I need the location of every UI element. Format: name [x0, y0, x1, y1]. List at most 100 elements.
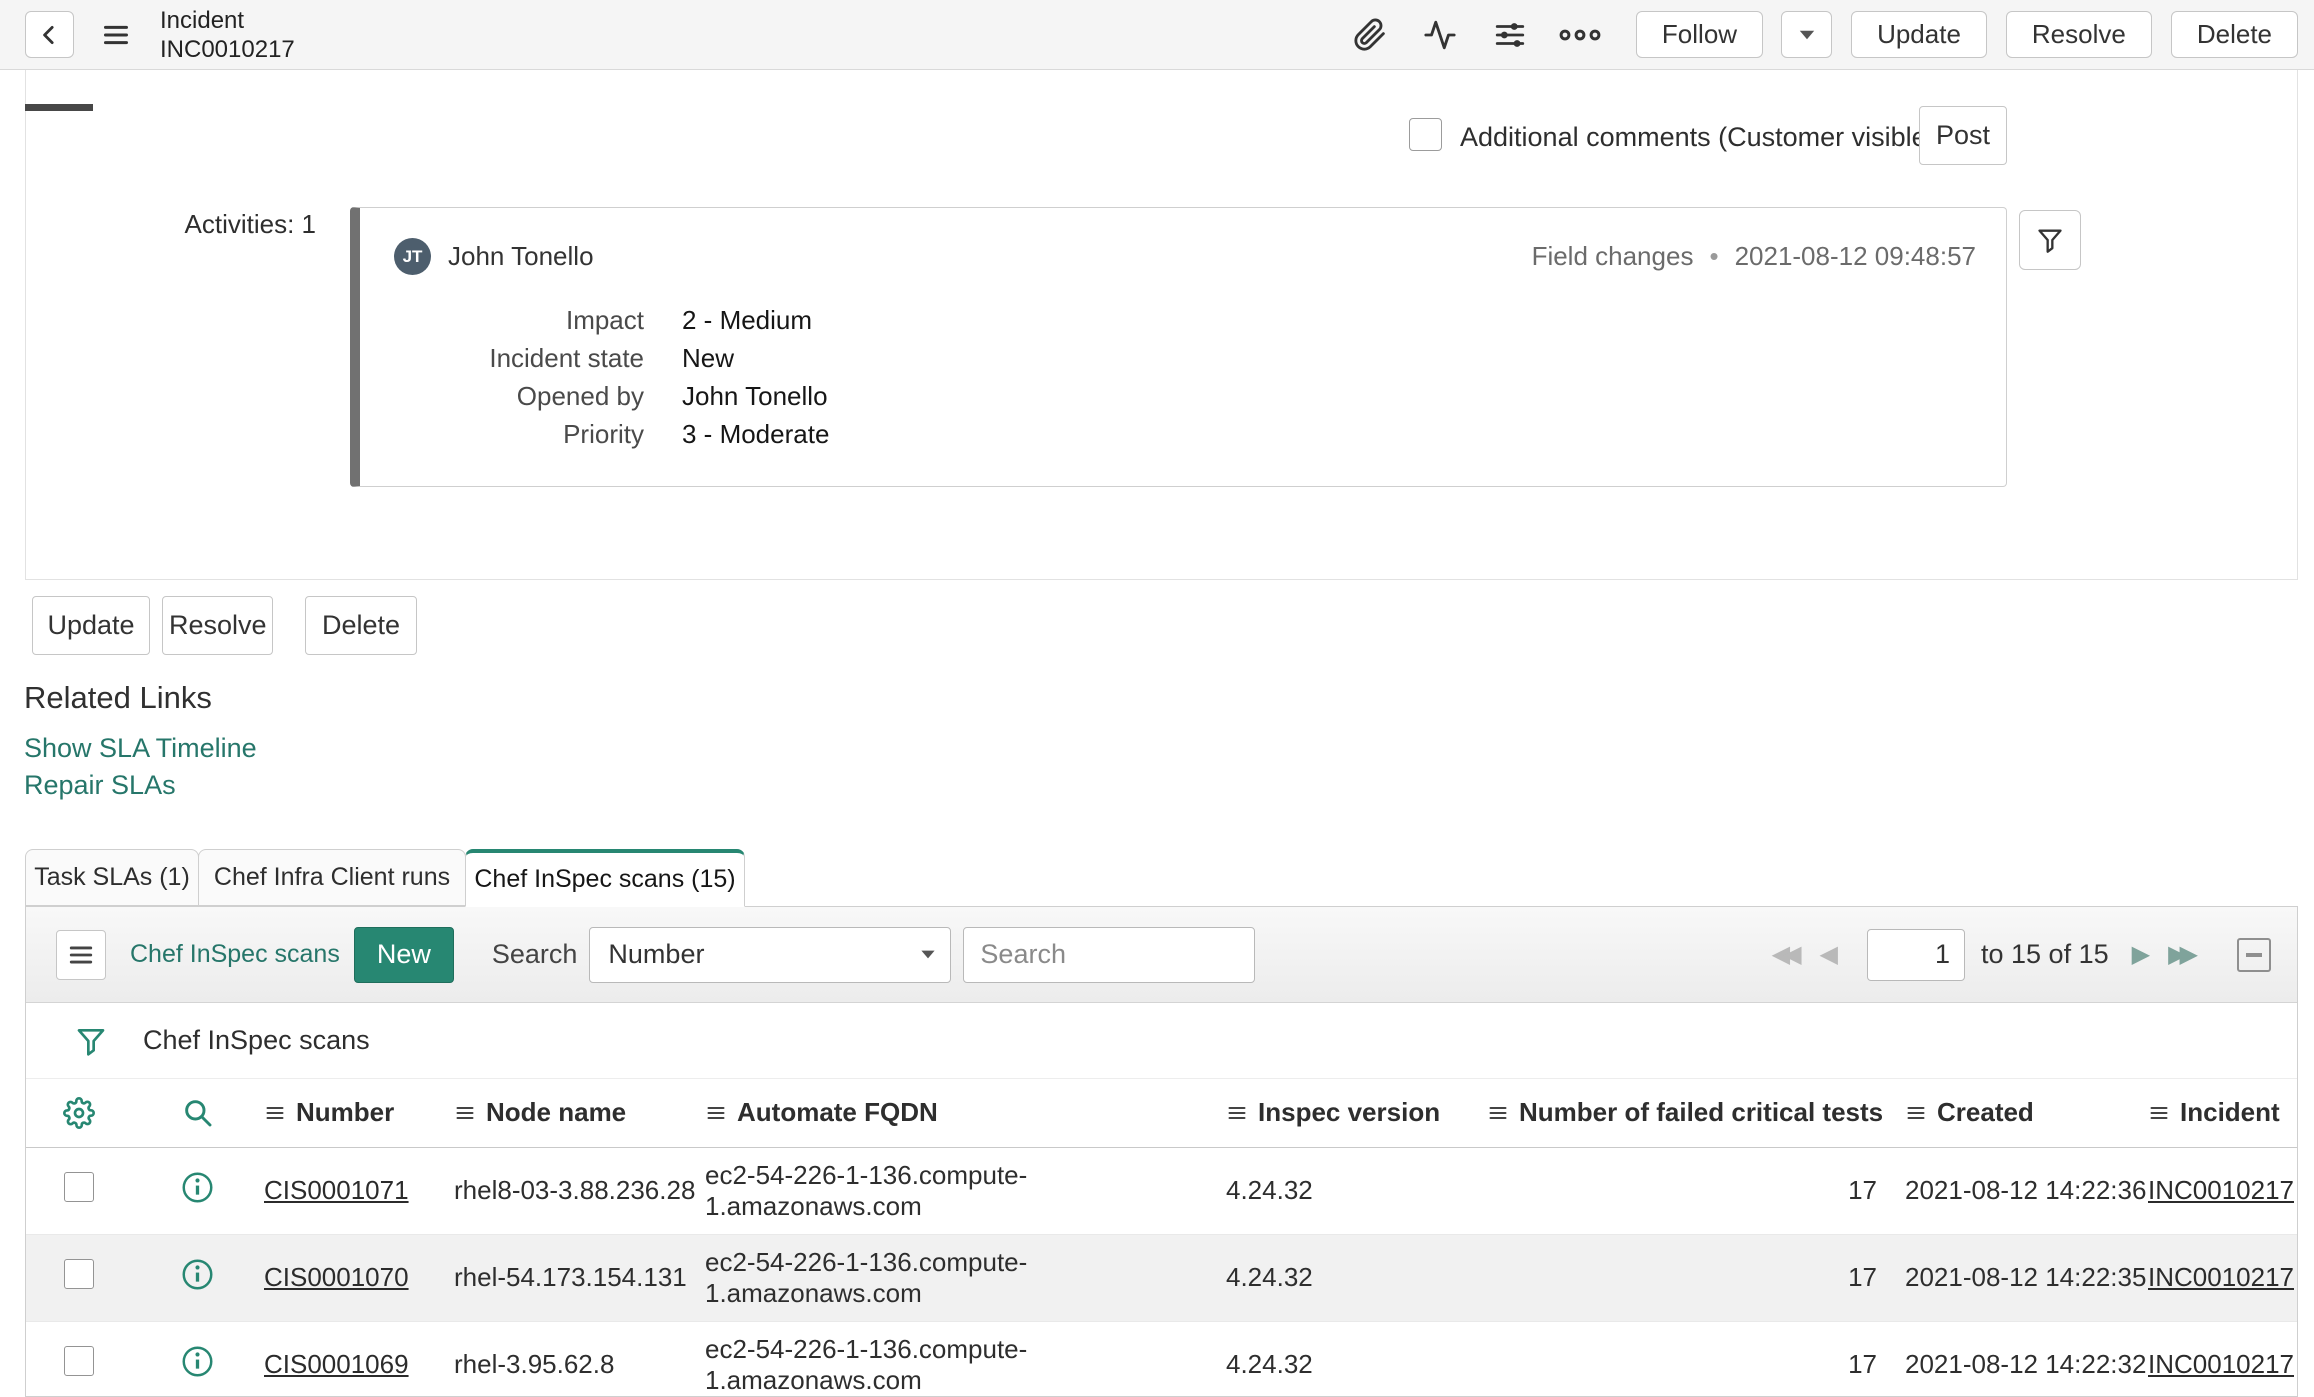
list-toolbar: Chef InSpec scans New Search Number ◀◀ ◀… [26, 907, 2297, 1003]
activity-filter-button[interactable] [2019, 210, 2081, 270]
field-change-row: Incident state New [394, 339, 1976, 377]
row-checkbox[interactable] [63, 1346, 94, 1377]
field-change-row: Opened by John Tonello [394, 377, 1976, 415]
node-name-cell: rhel-54.173.154.131 [454, 1234, 705, 1321]
activity-stream-button[interactable] [1418, 13, 1462, 57]
context-menu-button[interactable] [100, 21, 132, 49]
list-context-menu-button[interactable] [56, 929, 106, 980]
incident-link[interactable]: INC0010217 [2148, 1175, 2294, 1205]
column-label: Number of failed critical tests [1519, 1097, 1884, 1128]
column-header-automate-fqdn[interactable]: Automate FQDN [705, 1079, 1226, 1148]
list-search-input[interactable] [963, 926, 1256, 983]
list-table: Number Node name Automate FQDN Inspec ve… [26, 1079, 2297, 1396]
field-value: 3 - Moderate [682, 418, 830, 449]
delete-button-header[interactable]: Delete [2170, 11, 2298, 58]
search-field-select[interactable]: Number [589, 926, 952, 983]
resolve-button-header[interactable]: Resolve [2005, 11, 2152, 58]
breadcrumb[interactable]: Chef InSpec scans [143, 1025, 370, 1056]
back-button[interactable] [25, 11, 74, 58]
automate-fqdn-cell: ec2-54-226-1-136.compute-1.amazonaws.com [705, 1147, 1226, 1234]
record-type-label: Incident [160, 6, 245, 34]
avatar: JT [394, 238, 431, 275]
tab-chef-infra-client-runs[interactable]: Chef Infra Client runs [198, 849, 466, 906]
list-column-icon [1487, 1103, 1509, 1123]
tab-task-slas[interactable]: Task SLAs (1) [25, 849, 199, 906]
field-label: Impact [565, 304, 644, 335]
activity-stream-scroll-handle [25, 104, 93, 111]
column-label: Number [296, 1097, 395, 1128]
field-label: Priority [563, 418, 644, 449]
more-options-button[interactable] [1558, 13, 1602, 57]
record-preview-button[interactable] [181, 1345, 214, 1378]
record-number-label: INC0010217 [160, 35, 295, 63]
chevron-down-icon [920, 949, 936, 960]
record-preview-button[interactable] [181, 1258, 214, 1291]
column-header-node-name[interactable]: Node name [454, 1079, 705, 1148]
incident-link[interactable]: INC0010217 [2148, 1349, 2294, 1379]
scan-number-link[interactable]: CIS0001071 [264, 1175, 409, 1205]
row-checkbox[interactable] [63, 1172, 94, 1202]
page-number-input[interactable] [1867, 928, 1965, 981]
activity-field-changes: Impact 2 - Medium Incident state New Ope… [394, 301, 1976, 453]
personalize-form-button[interactable] [1488, 13, 1532, 57]
field-value: John Tonello [682, 380, 828, 411]
search-row-header[interactable] [131, 1079, 264, 1148]
table-row: CIS0001071 rhel8-03-3.88.236.28 ec2-54-2… [26, 1147, 2297, 1234]
created-cell: 2021-08-12 14:22:36 [1905, 1147, 2148, 1234]
list-column-icon [1905, 1103, 1927, 1123]
column-label: Inspec version [1258, 1097, 1441, 1128]
additional-comments-label: Additional comments (Customer visible) [1460, 122, 1936, 152]
scan-number-link[interactable]: CIS0001070 [264, 1262, 409, 1292]
activity-timestamp: 2021-08-12 09:48:57 [1734, 241, 1976, 271]
collapse-list-icon[interactable] [2237, 937, 2271, 972]
list-pagination: ◀◀ ◀ to 15 of 15 ▶ ▶▶ [1763, 928, 2281, 981]
inspec-version-cell: 4.24.32 [1226, 1147, 1487, 1234]
tab-chef-inspec-scans[interactable]: Chef InSpec scans (15) [465, 849, 745, 907]
column-label: Incident [2180, 1097, 2280, 1128]
failed-critical-tests-cell: 17 [1487, 1321, 1905, 1396]
additional-comments-checkbox[interactable] [1409, 118, 1442, 151]
new-record-button[interactable]: New [353, 926, 454, 983]
table-row: CIS0001070 rhel-54.173.154.131 ec2-54-22… [26, 1234, 2297, 1321]
delete-button-form[interactable]: Delete [305, 596, 417, 655]
activity-entry-card: JT John Tonello Field changes • 2021-08-… [350, 207, 2007, 487]
repair-slas-link[interactable]: Repair SLAs [24, 770, 176, 801]
inspec-version-cell: 4.24.32 [1226, 1234, 1487, 1321]
attachment-button[interactable] [1348, 13, 1392, 57]
follow-dropdown-button[interactable] [1781, 11, 1833, 58]
column-header-number[interactable]: Number [264, 1079, 454, 1148]
follow-button[interactable]: Follow [1635, 11, 1764, 58]
record-title: Incident INC0010217 [160, 6, 295, 64]
activity-change-type: Field changes [1531, 241, 1694, 271]
update-button-form[interactable]: Update [32, 596, 150, 655]
column-header-incident[interactable]: Incident [2148, 1079, 2297, 1148]
column-header-failed-critical-tests[interactable]: Number of failed critical tests [1487, 1079, 1905, 1148]
hamburger-icon [67, 942, 95, 968]
field-change-row: Impact 2 - Medium [394, 301, 1976, 339]
scan-number-link[interactable]: CIS0001069 [264, 1349, 409, 1379]
activity-author: John Tonello [448, 241, 594, 271]
first-page-icon[interactable]: ◀◀ [1763, 940, 1811, 969]
list-title[interactable]: Chef InSpec scans [130, 940, 340, 969]
post-button[interactable]: Post [1919, 106, 2007, 165]
list-column-icon [2148, 1103, 2170, 1123]
search-field-value: Number [608, 939, 705, 969]
last-page-icon[interactable]: ▶▶ [2159, 940, 2207, 969]
show-sla-timeline-link[interactable]: Show SLA Timeline [24, 733, 257, 764]
next-page-icon[interactable]: ▶ [2123, 940, 2159, 969]
field-value: New [682, 342, 735, 373]
update-button-header[interactable]: Update [1851, 11, 1987, 58]
filter-funnel-icon[interactable] [75, 1025, 107, 1057]
row-checkbox[interactable] [63, 1259, 94, 1289]
resolve-button-form[interactable]: Resolve [162, 596, 273, 655]
column-header-created[interactable]: Created [1905, 1079, 2148, 1148]
failed-critical-tests-cell: 17 [1487, 1147, 1905, 1234]
header-actions: Follow Update Resolve Delete [1322, 11, 2298, 58]
activity-meta: Field changes • 2021-08-12 09:48:57 [1532, 241, 1976, 272]
column-header-inspec-version[interactable]: Inspec version [1226, 1079, 1487, 1148]
personalize-columns-header[interactable] [26, 1079, 131, 1148]
column-label: Created [1937, 1097, 2034, 1128]
incident-link[interactable]: INC0010217 [2148, 1262, 2294, 1292]
previous-page-icon[interactable]: ◀ [1811, 940, 1847, 969]
record-preview-button[interactable] [181, 1171, 214, 1204]
